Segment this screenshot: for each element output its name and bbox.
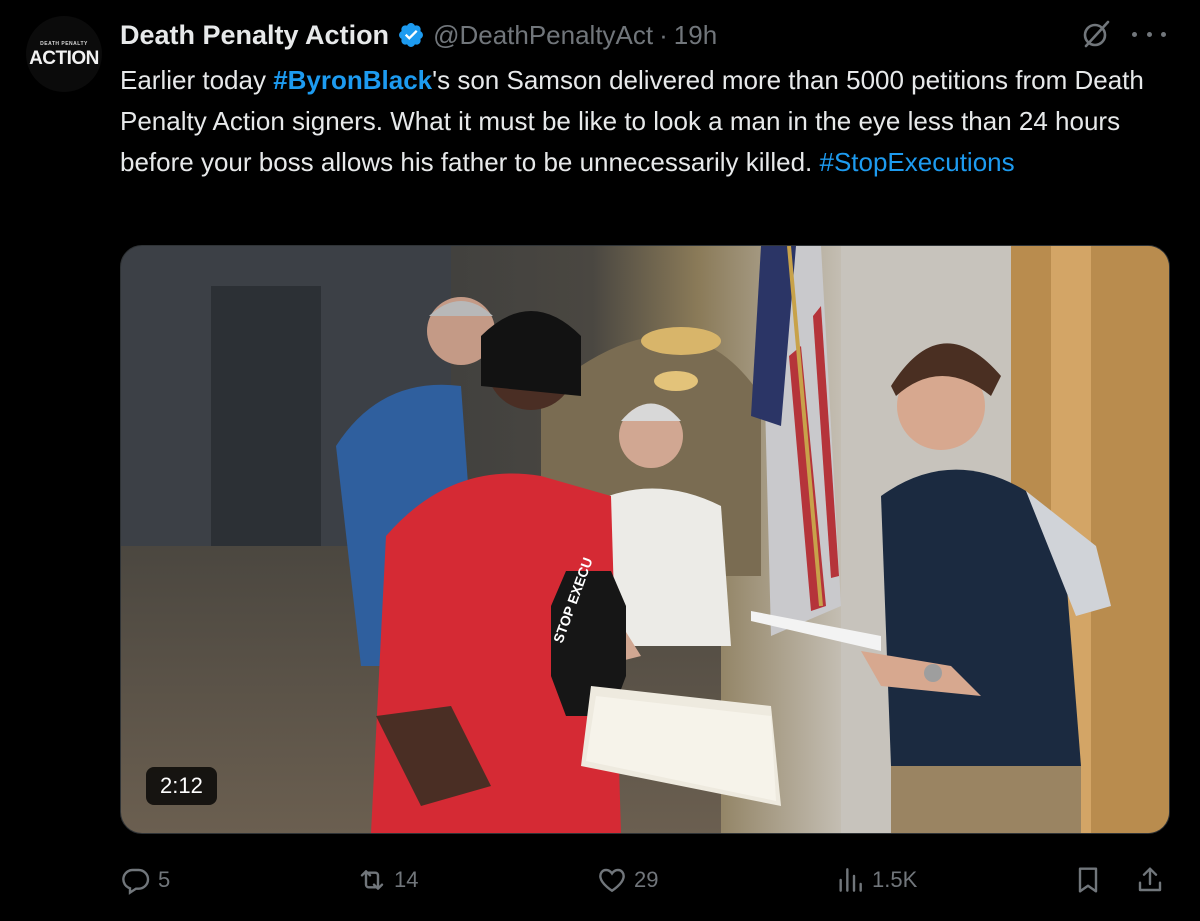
grok-icon[interactable]: [1080, 18, 1112, 50]
repost-icon: [360, 870, 384, 890]
video-frame: STOP EXECU: [121, 246, 1169, 833]
repost-count: 14: [394, 867, 419, 892]
action-bar: 5 14 29 1.5K: [0, 856, 1200, 904]
reply-button[interactable]: 5: [120, 856, 170, 904]
like-count: 29: [634, 867, 659, 892]
hashtag-byronblack[interactable]: #ByronBlack: [273, 65, 432, 95]
like-button[interactable]: 29: [596, 856, 658, 904]
video-player[interactable]: STOP EXECU: [120, 245, 1170, 834]
more-options-icon[interactable]: [1132, 24, 1166, 44]
video-duration-badge: 2:12: [146, 767, 217, 805]
share-icon: [1138, 867, 1162, 892]
tweet-header: Death Penalty Action @DeathPenaltyAct · …: [120, 16, 717, 54]
bookmark-icon: [1078, 867, 1098, 893]
tweet-text-part: Earlier today: [120, 65, 274, 95]
avatar-logo-text: ACTION: [29, 47, 99, 69]
reply-count: 5: [158, 867, 171, 892]
reply-icon: [122, 868, 150, 895]
heart-icon: [599, 868, 625, 893]
hashtag-stopexecutions[interactable]: #StopExecutions: [819, 147, 1014, 177]
tweet[interactable]: DEATH PENALTY ACTION Death Penalty Actio…: [0, 0, 1200, 921]
repost-button[interactable]: 14: [356, 856, 418, 904]
verified-badge-icon: [399, 23, 424, 47]
views-count: 1.5K: [872, 867, 918, 892]
tweet-text: Earlier today #ByronBlack's son Samson d…: [120, 60, 1170, 183]
author-name[interactable]: Death Penalty Action: [120, 20, 389, 51]
bookmark-button[interactable]: [1072, 856, 1110, 904]
avatar[interactable]: DEATH PENALTY ACTION: [26, 16, 102, 92]
views-icon: [839, 868, 862, 892]
author-handle[interactable]: @DeathPenaltyAct: [433, 20, 653, 51]
avatar-small-text: DEATH PENALTY: [40, 40, 88, 47]
post-time[interactable]: 19h: [674, 20, 717, 51]
separator-dot: ·: [659, 19, 668, 50]
share-button[interactable]: [1134, 856, 1172, 904]
views-button[interactable]: 1.5K: [834, 856, 917, 904]
